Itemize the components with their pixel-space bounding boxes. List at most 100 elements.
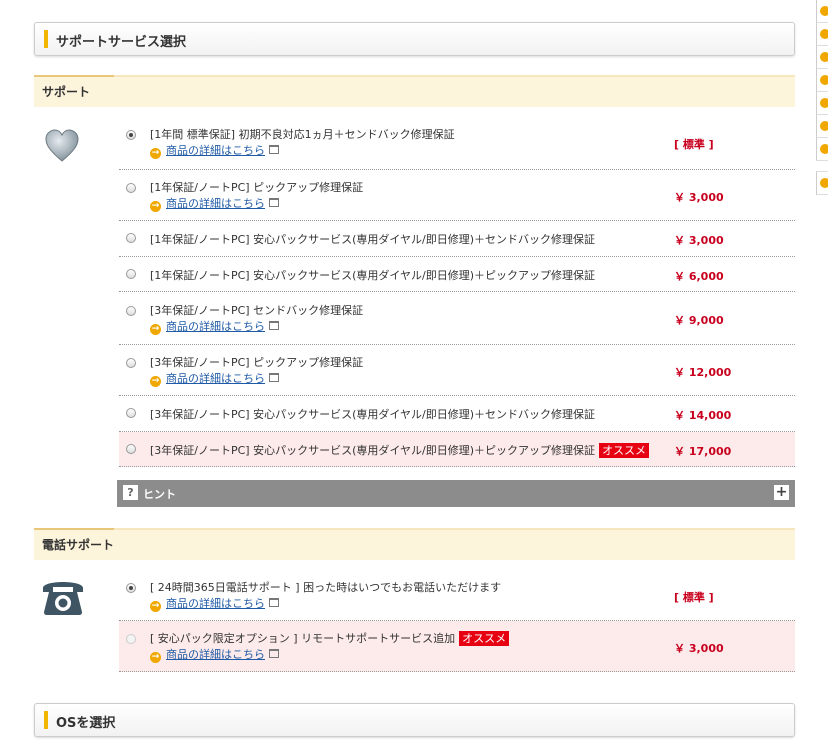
detail-link[interactable]: 商品の詳細はこちら (166, 320, 265, 333)
detail-link[interactable]: 商品の詳細はこちら (166, 372, 265, 385)
question-icon: ? (123, 485, 138, 500)
option-row[interactable]: [ 安心パック限定オプション ] リモートサポートサービス追加 オススメ → 商品の詳… (119, 621, 795, 672)
hint-label: ヒント (143, 488, 176, 501)
option-label: [1年保証/ノートPC] 安心パックサービス(専用ダイヤル/即日修理)＋ピックア… (150, 267, 595, 283)
new-window-icon (269, 649, 279, 658)
detail-link[interactable]: 商品の詳細はこちら (166, 597, 265, 610)
side-nav-item[interactable] (816, 171, 828, 195)
support-option-list: [1年間 標準保証] 初期不良対応1ヵ月＋センドバック修理保証 → 商品の詳細はこち… (119, 116, 795, 467)
arrow-icon (820, 29, 828, 39)
option-label: [1年間 標準保証] 初期不良対応1ヵ月＋センドバック修理保証 (150, 126, 455, 142)
detail-link-row: → 商品の詳細はこちら (150, 595, 279, 612)
option-radio[interactable] (126, 130, 136, 140)
arrow-icon (820, 52, 828, 62)
option-price: ￥ 3,000 (674, 191, 724, 204)
detail-link[interactable]: 商品の詳細はこちら (166, 197, 265, 210)
new-window-icon (269, 145, 279, 154)
category-title: サポート (42, 85, 91, 99)
detail-link-row: → 商品の詳細はこちら (150, 142, 279, 159)
category-tab-line (114, 75, 795, 77)
arrow-icon (820, 6, 828, 16)
option-row[interactable]: [1年保証/ノートPC] 安心パックサービス(専用ダイヤル/即日修理)＋センドバ… (119, 221, 795, 257)
category-header-support: サポート (34, 75, 795, 107)
section-title: サポートサービス選択 (56, 35, 187, 50)
option-radio[interactable] (126, 358, 136, 368)
side-nav-item[interactable] (816, 46, 828, 69)
option-label: [ 安心パック限定オプション ] リモートサポートサービス追加 オススメ (150, 630, 510, 646)
detail-link-row: → 商品の詳細はこちら (150, 195, 279, 212)
option-label: [3年保証/ノートPC] 安心パックサービス(専用ダイヤル/即日修理)＋センドバ… (150, 406, 595, 422)
option-row[interactable]: [ 24時間365日電話サポート ] 困った時はいつでもお電話いただけます → 商品… (119, 570, 795, 621)
option-label: [3年保証/ノートPC] センドバック修理保証 (150, 302, 363, 318)
option-radio[interactable] (126, 306, 136, 316)
phone-option-list: [ 24時間365日電話サポート ] 困った時はいつでもお電話いただけます → 商品… (119, 570, 795, 672)
option-row[interactable]: [3年保証/ノートPC] センドバック修理保証 → 商品の詳細はこちら ￥ 9,000 (119, 292, 795, 345)
arrow-circle-icon: → (150, 201, 161, 212)
new-window-icon (269, 598, 279, 607)
section-accent-bar (44, 711, 48, 729)
section-header-os: OSを選択 (34, 703, 795, 737)
side-nav-item[interactable] (816, 92, 828, 115)
category-title: 電話サポート (42, 538, 115, 552)
arrow-icon (820, 121, 828, 131)
side-nav-item[interactable] (816, 69, 828, 92)
detail-link[interactable]: 商品の詳細はこちら (166, 648, 265, 661)
option-row[interactable]: [1年保証/ノートPC] ピックアップ修理保証 → 商品の詳細はこちら ￥ 3,000 (119, 170, 795, 221)
side-nav-item[interactable] (816, 115, 828, 138)
option-price: ￥ 6,000 (674, 270, 724, 283)
new-window-icon (269, 373, 279, 382)
new-window-icon (269, 321, 279, 330)
side-nav-item[interactable] (816, 138, 828, 161)
detail-link-row: → 商品の詳細はこちら (150, 318, 279, 335)
arrow-icon (820, 75, 828, 85)
option-row[interactable]: [1年保証/ノートPC] 安心パックサービス(専用ダイヤル/即日修理)＋ピックア… (119, 257, 795, 292)
option-label-text: [1年間 標準保証] 初期不良対応1ヵ月＋センドバック修理保証 (150, 128, 455, 141)
option-label-text: [1年保証/ノートPC] 安心パックサービス(専用ダイヤル/即日修理)＋センドバ… (150, 233, 596, 246)
arrow-circle-icon: → (150, 376, 161, 387)
arrow-circle-icon: → (150, 148, 161, 159)
arrow-circle-icon: → (150, 652, 161, 663)
recommend-badge: オススメ (599, 443, 650, 458)
option-label-text: [3年保証/ノートPC] 安心パックサービス(専用ダイヤル/即日修理)＋センドバ… (150, 408, 596, 421)
option-price: ￥ 17,000 (674, 445, 732, 458)
option-price: ￥ 3,000 (674, 642, 724, 655)
option-label-text: [3年保証/ノートPC] 安心パックサービス(専用ダイヤル/即日修理)＋ピックア… (150, 444, 596, 457)
option-row[interactable]: [3年保証/ノートPC] 安心パックサービス(専用ダイヤル/即日修理)＋ピックア… (119, 432, 795, 467)
option-label: [1年保証/ノートPC] ピックアップ修理保証 (150, 179, 363, 195)
option-label: [ 24時間365日電話サポート ] 困った時はいつでもお電話いただけます (150, 579, 501, 595)
category-tab-line (114, 528, 795, 530)
option-radio[interactable] (126, 183, 136, 193)
option-row[interactable]: [3年保証/ノートPC] 安心パックサービス(専用ダイヤル/即日修理)＋センドバ… (119, 396, 795, 432)
option-radio[interactable] (126, 269, 136, 279)
option-price: [ 標準 ] (674, 591, 714, 604)
option-row[interactable]: [1年間 標準保証] 初期不良対応1ヵ月＋センドバック修理保証 → 商品の詳細はこち… (119, 116, 795, 170)
option-label: [1年保証/ノートPC] 安心パックサービス(専用ダイヤル/即日修理)＋センドバ… (150, 231, 595, 247)
option-radio[interactable] (126, 634, 136, 644)
option-price: ￥ 12,000 (674, 366, 732, 379)
side-nav-panel (816, 0, 828, 195)
option-radio[interactable] (126, 233, 136, 243)
section-header-support-service: サポートサービス選択 (34, 22, 795, 56)
recommend-badge: オススメ (459, 631, 510, 646)
option-label: [3年保証/ノートPC] ピックアップ修理保証 (150, 354, 363, 370)
arrow-circle-icon: → (150, 324, 161, 335)
option-label-text: [ 安心パック限定オプション ] リモートサポートサービス追加 (150, 632, 456, 645)
option-radio[interactable] (126, 408, 136, 418)
option-label-text: [1年保証/ノートPC] ピックアップ修理保証 (150, 181, 364, 194)
option-radio[interactable] (126, 583, 136, 593)
category-header-phone-support: 電話サポート (34, 528, 795, 560)
option-label-text: [3年保証/ノートPC] センドバック修理保証 (150, 304, 364, 317)
hint-bar[interactable]: ? ヒント + (117, 480, 795, 507)
side-nav-item[interactable] (816, 23, 828, 46)
detail-link-row: → 商品の詳細はこちら (150, 370, 279, 387)
option-label: [3年保証/ノートPC] 安心パックサービス(専用ダイヤル/即日修理)＋ピックア… (150, 442, 650, 458)
new-window-icon (269, 198, 279, 207)
option-row[interactable]: [3年保証/ノートPC] ピックアップ修理保証 → 商品の詳細はこちら ￥ 12,00… (119, 345, 795, 396)
detail-link[interactable]: 商品の詳細はこちら (166, 144, 265, 157)
expand-plus-icon[interactable]: + (774, 485, 789, 500)
side-nav-item[interactable] (816, 0, 828, 23)
arrow-circle-icon: → (150, 601, 161, 612)
section-accent-bar (44, 30, 48, 48)
option-radio[interactable] (126, 444, 136, 454)
arrow-icon (820, 178, 828, 188)
